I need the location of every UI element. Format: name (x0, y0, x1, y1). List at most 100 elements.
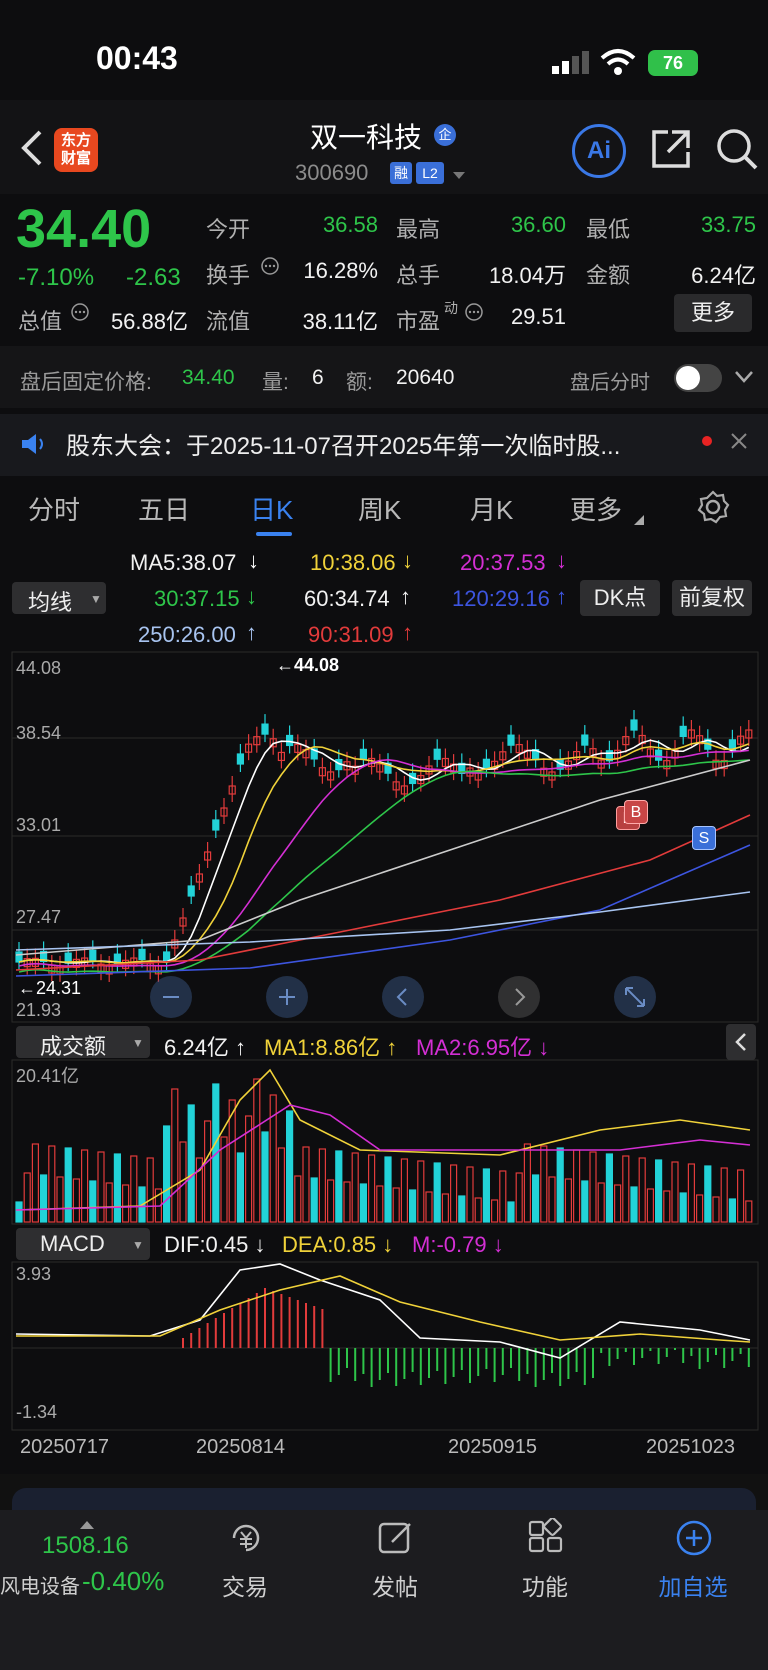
sector-index-name[interactable]: 风电设备 (0, 1570, 80, 1599)
sell-marker[interactable]: S (692, 826, 716, 850)
ai-button[interactable]: Ai (572, 124, 626, 178)
zoom-out-button[interactable] (150, 976, 192, 1018)
volume-bar (121, 1184, 130, 1223)
volume-selector[interactable]: 成交额 ▼ (16, 1026, 150, 1059)
volume-bar (605, 1153, 614, 1223)
nav-functions[interactable]: 功能 (500, 1568, 590, 1602)
volume-bar (663, 1190, 671, 1223)
ma90-value: 90:31.09 (308, 622, 394, 647)
volume-bar (392, 1187, 400, 1223)
low-value: 33.75 (700, 212, 756, 237)
close-icon[interactable] (730, 432, 748, 455)
grid-functions-icon[interactable] (526, 1517, 566, 1563)
add-circle-icon[interactable] (674, 1518, 714, 1563)
sector-index-change[interactable]: -0.40% (82, 1566, 164, 1597)
price-tick: 38.54 (16, 723, 62, 743)
chevron-down-icon[interactable] (452, 168, 466, 186)
volume-bar (695, 1194, 704, 1223)
settings-gear-icon[interactable] (696, 490, 730, 529)
mktcap-value: 56.88亿 (110, 309, 188, 334)
volume-bar (105, 1182, 113, 1223)
volume-bar (491, 1199, 499, 1223)
edit-post-icon[interactable] (376, 1518, 416, 1563)
volume-bar (425, 1191, 433, 1223)
nav-add-watchlist[interactable]: 加自选 (648, 1568, 738, 1602)
date-label: 20250915 (448, 1436, 537, 1458)
tab-more[interactable]: 更多 (570, 490, 622, 527)
sector-index-value[interactable]: 1508.16 (42, 1532, 129, 1560)
volume-bar (523, 1143, 532, 1223)
volume-bar (466, 1166, 474, 1223)
chevron-down-icon[interactable] (734, 370, 754, 389)
pe-dynamic-mark: 动 (444, 300, 458, 316)
volume-bar (556, 1147, 564, 1223)
scroll-right-button[interactable] (498, 976, 540, 1018)
volume-bar (638, 1157, 646, 1223)
tab-daily-k[interactable]: 日K (250, 490, 293, 527)
scroll-left-button[interactable] (382, 976, 424, 1018)
macd-selector[interactable]: MACD ▼ (16, 1228, 150, 1260)
candle-body (507, 734, 515, 746)
volume-bar (89, 1180, 97, 1223)
mktcap-label: 总值 (18, 309, 63, 334)
arrow-down-icon: ↓ (402, 548, 413, 573)
nav-trade[interactable]: 交易 (200, 1568, 290, 1602)
volume-bar (613, 1184, 622, 1223)
volume-bar (474, 1197, 482, 1223)
volume-bar (318, 1148, 326, 1223)
candle-body (679, 725, 687, 738)
collapse-panel-icon[interactable] (726, 1024, 756, 1060)
candle-body (654, 749, 663, 761)
signal-icon (552, 50, 592, 81)
ma60-value: 60:34.74 (304, 586, 390, 611)
after-hours-toggle[interactable] (674, 364, 722, 392)
search-icon[interactable] (716, 128, 760, 177)
volume-bar (277, 1147, 285, 1223)
buy-marker[interactable]: B (624, 800, 648, 824)
tab-intraday[interactable]: 分时 (28, 490, 80, 527)
stock-name: 双一科技 (310, 122, 423, 153)
info-icon[interactable] (260, 256, 280, 281)
macd-m: M:-0.79 ↓ (412, 1232, 504, 1257)
back-icon[interactable] (16, 128, 48, 168)
volume-bar (671, 1161, 679, 1223)
notice-text[interactable]: 股东大会：于2025-11-07召开2025年第一次临时股... (66, 426, 676, 461)
volume-bar (204, 1120, 212, 1223)
ma-selector[interactable]: 均线 ▼ (12, 582, 106, 615)
volume-bar (433, 1162, 441, 1223)
low-label: 最低 (586, 217, 631, 242)
more-button[interactable]: 更多 (674, 294, 752, 332)
candle-body (138, 948, 146, 960)
nav-post[interactable]: 发帖 (350, 1568, 440, 1602)
tab-weekly-k[interactable]: 周K (358, 490, 401, 527)
volume-bar (515, 1172, 523, 1223)
dropdown-caret-icon: ▼ (90, 592, 102, 606)
tab-five-day[interactable]: 五日 (138, 490, 190, 527)
volume-bar (441, 1193, 449, 1223)
volume-bar (482, 1168, 490, 1223)
candle-body (89, 949, 97, 961)
volume-bar (294, 1175, 302, 1223)
tab-monthly-k[interactable]: 月K (470, 490, 513, 527)
volume-bar (48, 1145, 56, 1223)
expand-icon[interactable] (614, 976, 656, 1018)
ma120-value: 120:29.16 (452, 586, 550, 611)
candle-body (187, 885, 195, 897)
volume-bar (679, 1192, 687, 1223)
dk-point-button[interactable]: DK点 (580, 580, 660, 616)
trade-icon[interactable] (226, 1518, 266, 1563)
amount-value: 6.24亿 (691, 263, 756, 288)
volume-axis-max: 20.41亿 (16, 1066, 80, 1086)
date-label: 20250814 (196, 1436, 285, 1458)
info-icon[interactable] (70, 302, 90, 327)
volume-ma2: MA2:6.95亿 ↓ (416, 1035, 550, 1060)
volume-bar (400, 1158, 408, 1223)
ma5-value: MA5:38.07 (130, 550, 237, 575)
info-icon[interactable] (464, 302, 484, 327)
change-percent: -7.10% (18, 264, 95, 291)
adjust-price-button[interactable]: 前复权 (672, 580, 752, 616)
macd-dea: DEA:0.85 ↓ (282, 1232, 394, 1257)
share-icon[interactable] (650, 128, 692, 175)
volume-bar (630, 1186, 638, 1223)
zoom-in-button[interactable] (266, 976, 308, 1018)
